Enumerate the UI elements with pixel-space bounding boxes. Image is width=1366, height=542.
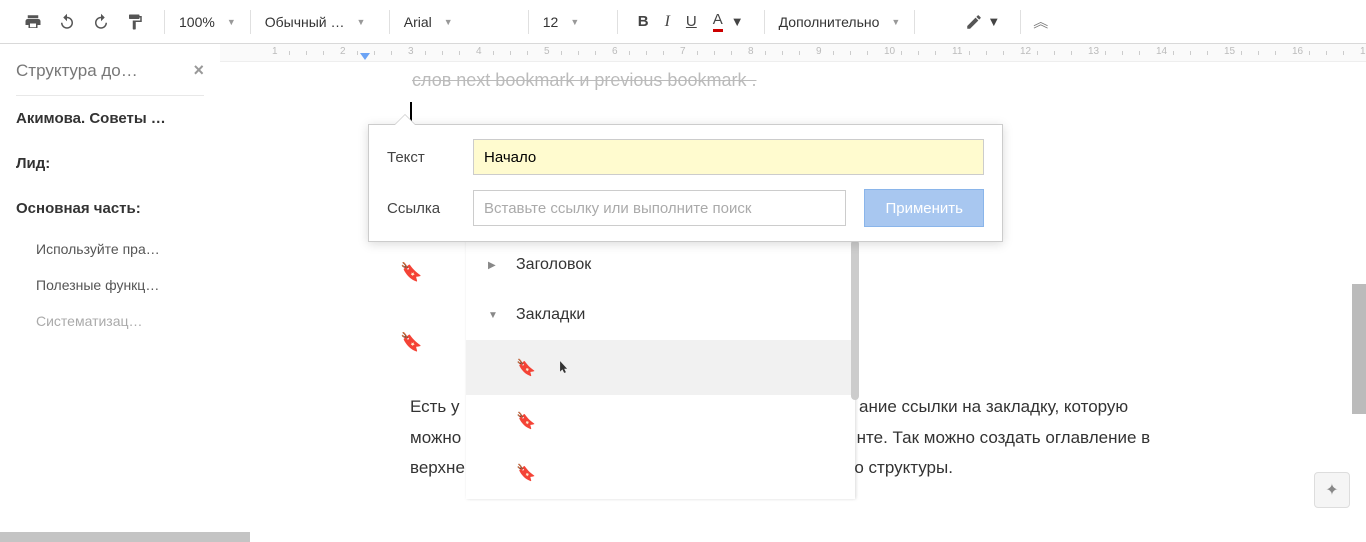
cursor-pointer-icon — [556, 358, 570, 381]
pencil-icon — [965, 13, 983, 31]
outline-subitem[interactable]: Используйте пра… — [16, 231, 204, 267]
redo-button[interactable] — [84, 7, 118, 37]
print-button[interactable] — [16, 7, 50, 37]
caret-down-icon: ▼ — [987, 14, 1000, 29]
insert-link-dialog: Текст Ссылка Применить — [368, 124, 1003, 242]
outline-header: Структура до… × — [16, 60, 204, 96]
document-outline-panel: Структура до… × Акимова. Советы … Лид: О… — [0, 44, 220, 534]
ruler-number: 17 — [1360, 46, 1366, 57]
italic-button[interactable]: I — [657, 7, 678, 37]
more-tools-dropdown[interactable]: Дополнительно ▼ — [769, 8, 911, 36]
ruler-number: 1 — [272, 46, 278, 57]
font-value: Arial — [404, 14, 432, 30]
underline-button[interactable]: U — [678, 7, 705, 36]
ruler-number: 3 — [408, 46, 414, 57]
redo-icon — [92, 13, 110, 31]
underline-icon: U — [686, 13, 697, 30]
ruler-number: 6 — [612, 46, 618, 57]
zoom-dropdown[interactable]: 100% ▼ — [169, 8, 246, 36]
edit-mode-button[interactable]: ▼ — [957, 7, 1008, 37]
ruler-number: 4 — [476, 46, 482, 57]
bookmark-icon: 🔖 — [516, 411, 536, 431]
outline-title: Структура до… — [16, 61, 138, 81]
ruler-number: 7 — [680, 46, 686, 57]
style-value: Обычный … — [265, 14, 345, 30]
outline-item[interactable]: Основная часть: — [16, 186, 204, 231]
caret-down-icon: ▼ — [357, 17, 366, 27]
caret-down-icon: ▼ — [570, 17, 579, 27]
ruler-number: 8 — [748, 46, 754, 57]
outline-item[interactable]: Лид: — [16, 141, 204, 186]
more-label: Дополнительно — [779, 14, 880, 30]
collapse-toolbar-button[interactable]: ︽ — [1025, 5, 1056, 38]
link-url-input[interactable] — [473, 190, 846, 226]
ruler-number: 9 — [816, 46, 822, 57]
partial-text-top: слов next bookmark и previous bookmark . — [412, 70, 756, 91]
suggestion-bookmarks-group[interactable]: ▼ Закладки — [466, 290, 855, 340]
bookmark-suggestion-item[interactable]: 🔖 — [466, 395, 855, 447]
close-outline-button[interactable]: × — [193, 60, 204, 81]
apply-link-button[interactable]: Применить — [864, 189, 984, 227]
text-color-button[interactable]: A▼ — [705, 5, 752, 38]
ruler-number: 14 — [1156, 46, 1167, 57]
fontsize-dropdown[interactable]: 12 ▼ — [533, 8, 613, 36]
bookmark-icon: 🔖 — [516, 463, 536, 483]
suggestion-heading-group[interactable]: ▶ Заголовок — [466, 240, 855, 290]
fontsize-value: 12 — [543, 14, 559, 30]
text-color-icon: A — [713, 11, 723, 32]
undo-button[interactable] — [50, 7, 84, 37]
bookmark-icon: 🔖 — [516, 358, 536, 378]
ruler-number: 5 — [544, 46, 550, 57]
caret-down-icon: ▼ — [444, 17, 453, 27]
link-suggestions-dropdown: ▶ Заголовок ▼ Закладки 🔖 🔖 🔖 — [466, 240, 855, 499]
vertical-scrollbar[interactable] — [1352, 284, 1366, 414]
caret-down-icon: ▼ — [227, 17, 236, 27]
ruler-number: 11 — [952, 46, 962, 57]
ruler-number: 10 — [884, 46, 895, 57]
link-url-label: Ссылка — [387, 200, 455, 217]
bookmark-icon[interactable]: 🔖 — [400, 332, 422, 353]
diamond-plus-icon: ✦ — [1325, 480, 1338, 500]
horizontal-ruler[interactable]: 1234567891011121314151617 — [220, 44, 1366, 62]
bold-icon: B — [638, 13, 649, 30]
outline-subitem[interactable]: Систематизац… — [16, 303, 204, 339]
ruler-number: 15 — [1224, 46, 1235, 57]
bookmarks-group-label: Закладки — [516, 306, 585, 324]
caret-down-icon: ▼ — [731, 14, 744, 29]
print-icon — [24, 13, 42, 31]
link-text-input[interactable] — [473, 139, 984, 175]
toolbar: 100%▼ Обычный …▼ Arial▼ 12▼ B I U A▼ Доп… — [0, 0, 1366, 44]
chevron-up-double-icon: ︽ — [1033, 11, 1048, 32]
indent-marker-icon[interactable] — [360, 53, 370, 60]
italic-icon: I — [665, 13, 670, 31]
outline-item[interactable]: Акимова. Советы … — [16, 96, 204, 141]
ruler-number: 12 — [1020, 46, 1031, 57]
style-dropdown[interactable]: Обычный … ▼ — [255, 8, 385, 36]
outline-subitem[interactable]: Полезные функц… — [16, 267, 204, 303]
font-dropdown[interactable]: Arial ▼ — [394, 8, 524, 36]
bookmark-suggestion-item[interactable]: 🔖 — [466, 447, 855, 499]
ruler-number: 16 — [1292, 46, 1303, 57]
bold-button[interactable]: B — [630, 7, 657, 36]
link-text-label: Текст — [387, 149, 455, 166]
ruler-number: 2 — [340, 46, 346, 57]
ruler-number: 13 — [1088, 46, 1099, 57]
undo-icon — [58, 13, 76, 31]
zoom-value: 100% — [179, 14, 215, 30]
caret-down-icon: ▼ — [891, 17, 900, 27]
triangle-down-icon: ▼ — [488, 310, 500, 321]
paint-format-button[interactable] — [118, 7, 152, 37]
paint-roller-icon — [126, 13, 144, 31]
triangle-right-icon: ▶ — [488, 260, 500, 271]
heading-group-label: Заголовок — [516, 256, 591, 274]
bookmark-icon[interactable]: 🔖 — [400, 262, 422, 283]
dropdown-scrollbar[interactable] — [851, 240, 859, 400]
explore-button[interactable]: ✦ — [1314, 472, 1350, 508]
bookmark-suggestion-item[interactable]: 🔖 — [466, 340, 855, 395]
horizontal-scrollbar[interactable] — [0, 532, 250, 542]
